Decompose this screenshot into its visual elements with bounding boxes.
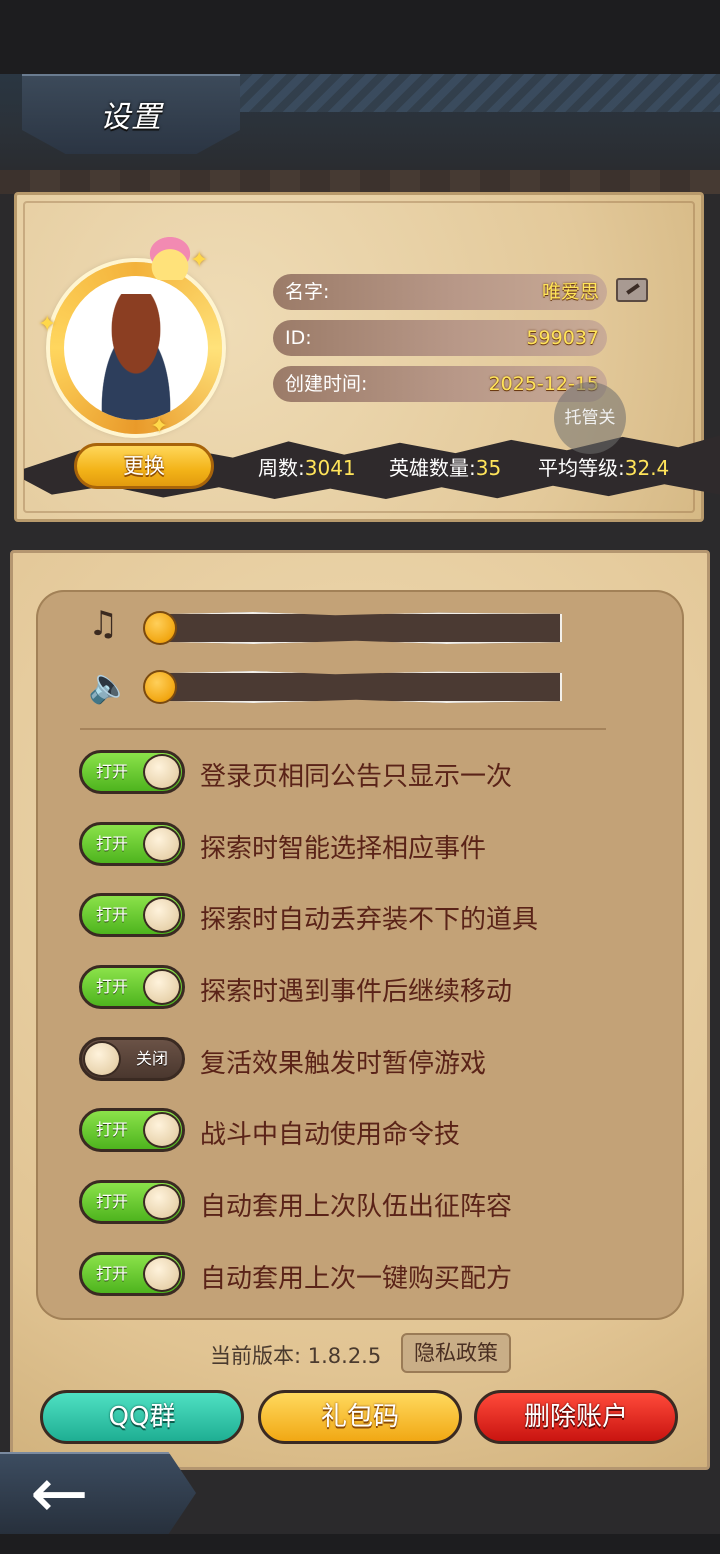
stat-weeks: 周数:3041 <box>258 452 356 481</box>
id-label: ID: <box>285 327 312 349</box>
option-label: 复活效果触发时暂停游戏 <box>200 1049 487 1079</box>
stat-value: 32.4 <box>624 456 670 480</box>
stat-label: 英雄数量: <box>389 456 476 480</box>
toggle-knob <box>143 1112 181 1148</box>
bottom-bar <box>0 1534 720 1554</box>
name-label: 名字: <box>285 281 330 303</box>
id-value: 599037 <box>526 327 599 349</box>
toggle-knob <box>83 1041 121 1077</box>
toggle-option-4[interactable]: 打开 <box>79 965 185 1009</box>
option-label: 战斗中自动使用命令技 <box>200 1120 461 1150</box>
sparkle-icon: ✦ <box>190 248 209 273</box>
name-row: 名字: 唯爱思 <box>273 274 607 310</box>
toggle-knob <box>143 969 181 1005</box>
toggle-state: 打开 <box>96 977 129 996</box>
avatar-portrait <box>86 294 186 420</box>
toggle-state: 打开 <box>96 834 129 853</box>
name-value: 唯爱思 <box>541 281 599 303</box>
change-avatar-button[interactable]: 更换 <box>74 443 214 489</box>
toggle-option-3[interactable]: 打开 <box>79 893 185 937</box>
option-label: 自动套用上次一键购买配方 <box>200 1264 513 1294</box>
gift-code-button[interactable]: 礼包码 <box>258 1390 462 1444</box>
sound-volume-handle[interactable] <box>143 670 177 704</box>
toggle-state: 打开 <box>96 762 129 781</box>
toggle-option-2[interactable]: 打开 <box>79 822 185 866</box>
toggle-option-5[interactable]: 关闭 <box>79 1037 185 1081</box>
created-row: 创建时间: 2025-12-15 <box>273 366 607 402</box>
version-text: 当前版本: 1.8.2.5 <box>210 1344 382 1368</box>
wood-divider <box>0 170 720 194</box>
header-decoration <box>230 74 720 112</box>
toggle-knob <box>143 897 181 933</box>
stat-average-level: 平均等级:32.4 <box>538 452 669 481</box>
qq-group-button[interactable]: QQ群 <box>40 1390 244 1444</box>
music-volume-handle[interactable] <box>143 611 177 645</box>
toggle-knob <box>143 754 181 790</box>
option-label: 探索时自动丢弃装不下的道具 <box>200 905 539 935</box>
back-arrow-icon: ← <box>30 1452 89 1534</box>
toggle-knob <box>143 1184 181 1220</box>
sparkle-icon: ✦ <box>38 312 57 337</box>
id-row: ID: 599037 <box>273 320 607 356</box>
toggle-state: 关闭 <box>135 1049 168 1068</box>
toggle-state: 打开 <box>96 1192 129 1211</box>
stat-hero-count: 英雄数量:35 <box>389 452 501 481</box>
toggle-state: 打开 <box>96 1264 129 1283</box>
sparkle-icon: ✦ <box>150 414 169 439</box>
option-label: 登录页相同公告只显示一次 <box>200 762 513 792</box>
speaker-icon: 🔈 <box>88 666 131 706</box>
edit-name-icon[interactable] <box>616 278 648 302</box>
delete-account-button[interactable]: 删除账户 <box>474 1390 678 1444</box>
privacy-policy-button[interactable]: 隐私政策 <box>401 1333 511 1373</box>
stat-label: 平均等级: <box>538 456 625 480</box>
toggle-state: 打开 <box>96 1120 129 1139</box>
toggle-option-8[interactable]: 打开 <box>79 1252 185 1296</box>
created-label: 创建时间: <box>285 373 368 395</box>
divider <box>80 728 606 730</box>
sound-volume-slider[interactable] <box>150 671 562 703</box>
status-bar-area <box>0 0 720 74</box>
music-volume-slider[interactable] <box>150 612 562 644</box>
auto-manage-toggle[interactable]: 托管关 <box>554 382 626 454</box>
stat-value: 35 <box>475 456 502 480</box>
toggle-knob <box>143 1256 181 1292</box>
toggle-state: 打开 <box>96 905 129 924</box>
music-note-icon: ♫ <box>88 604 119 644</box>
toggle-knob <box>143 826 181 862</box>
toggle-option-7[interactable]: 打开 <box>79 1180 185 1224</box>
option-label: 探索时智能选择相应事件 <box>200 834 487 864</box>
toggle-option-1[interactable]: 打开 <box>79 750 185 794</box>
page-title: 设置 <box>100 100 162 135</box>
toggle-option-6[interactable]: 打开 <box>79 1108 185 1152</box>
stat-value: 3041 <box>304 456 356 480</box>
option-label: 自动套用上次队伍出征阵容 <box>200 1192 513 1222</box>
stat-label: 周数: <box>258 456 305 480</box>
option-label: 探索时遇到事件后继续移动 <box>200 977 513 1007</box>
avatar[interactable] <box>64 276 208 420</box>
